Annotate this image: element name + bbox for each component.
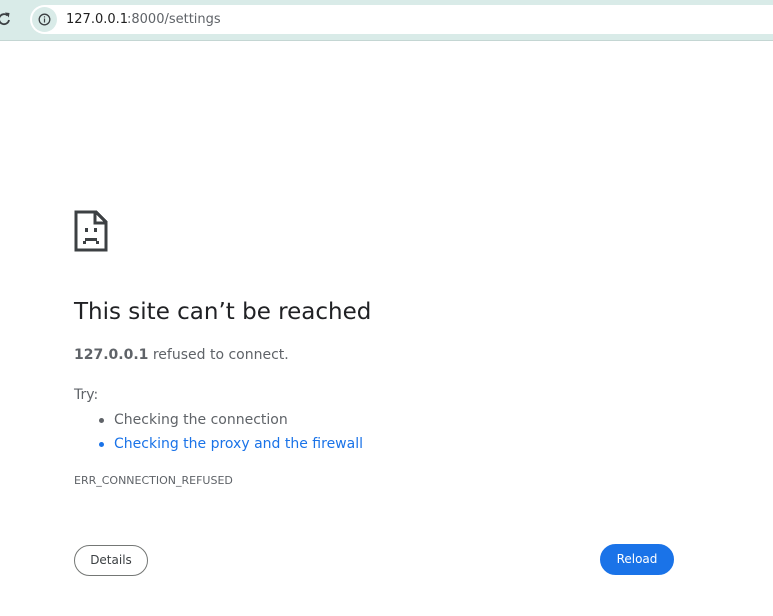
error-summary: 127.0.0.1 refused to connect. [74,346,289,364]
url-path: :8000/settings [127,12,221,27]
sad-page-icon [74,210,108,256]
browser-toolbar: 127.0.0.1 :8000/settings [0,0,773,41]
try-label: Try: [74,387,99,403]
suggestion-check-proxy-item: Checking the proxy and the firewall [94,432,363,456]
site-info-button[interactable] [32,7,57,32]
info-icon [38,13,51,26]
error-message: refused to connect. [148,347,289,363]
error-title: This site can’t be reached [74,299,372,325]
reload-button[interactable]: Reload [600,544,674,575]
url-host: 127.0.0.1 [66,12,129,27]
suggestion-check-proxy-link[interactable]: Checking the proxy and the firewall [114,436,363,452]
suggestions-list: Checking the connection Checking the pro… [94,408,363,456]
error-code: ERR_CONNECTION_REFUSED [74,474,233,487]
error-host: 127.0.0.1 [74,347,149,363]
details-button[interactable]: Details [74,545,148,576]
suggestion-check-connection: Checking the connection [94,408,363,432]
reload-icon[interactable] [0,9,12,29]
address-bar[interactable]: 127.0.0.1 :8000/settings [30,5,773,34]
